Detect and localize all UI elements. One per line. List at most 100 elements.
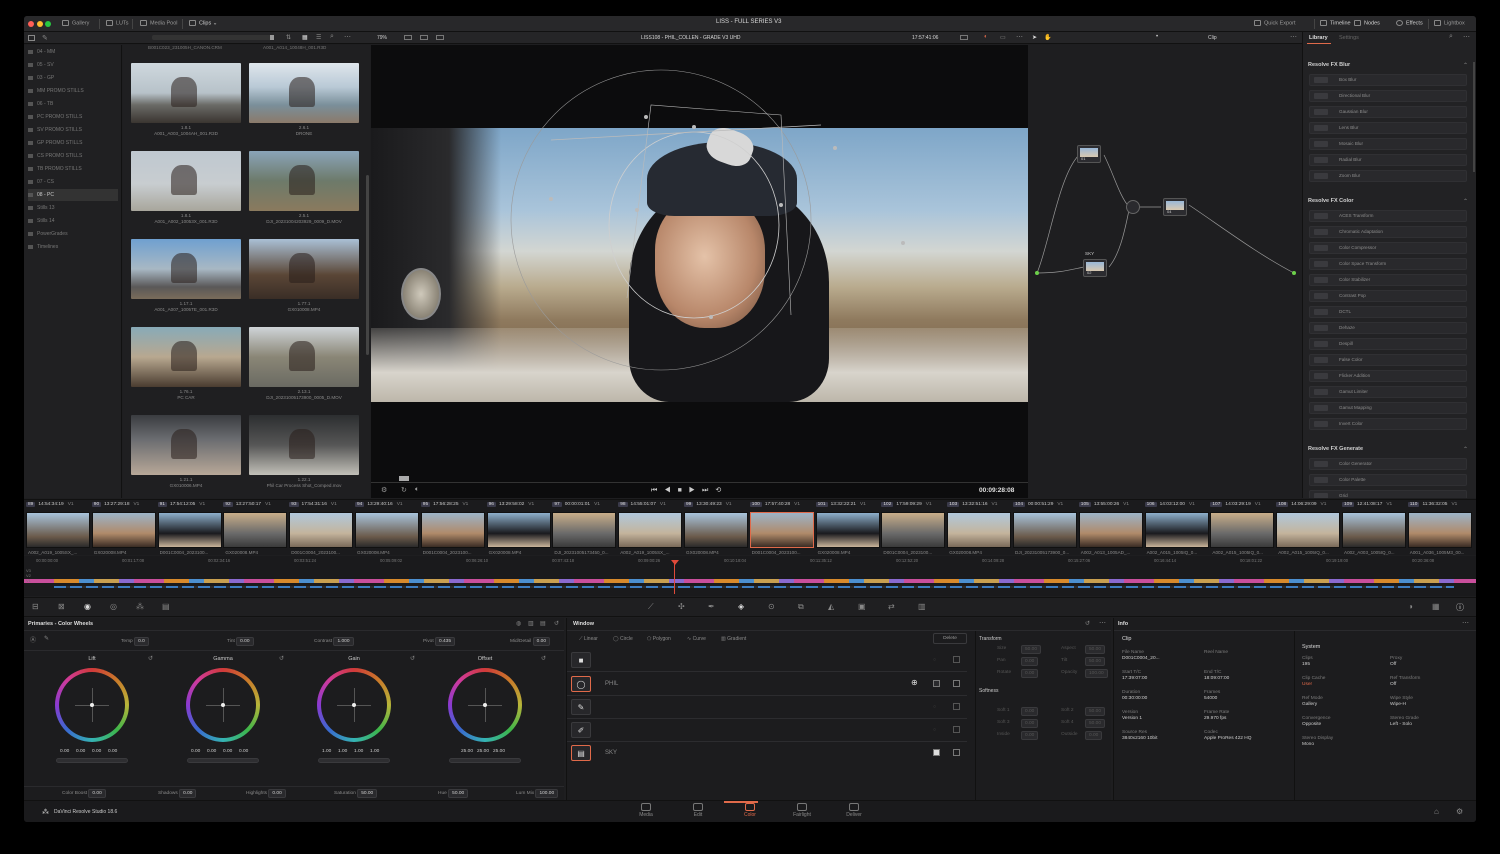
gallery-thumbnail[interactable] bbox=[249, 327, 359, 387]
clip-thumbnail[interactable] bbox=[749, 512, 814, 548]
primaries-bars-icon[interactable]: ▥ bbox=[528, 620, 534, 627]
gallery-thumbnail[interactable] bbox=[131, 151, 241, 211]
clip-thumbnail[interactable] bbox=[420, 512, 485, 548]
clip-thumbnail[interactable] bbox=[815, 512, 880, 548]
wheel-value[interactable]: 25.00 bbox=[477, 749, 489, 754]
fx-item[interactable]: Chromatic Adaptation bbox=[1309, 226, 1467, 238]
wheel-reset-icon[interactable]: ↺ bbox=[541, 655, 546, 662]
keyframes-icon[interactable]: ▦ bbox=[1432, 602, 1440, 611]
fx-item[interactable]: Zoom Blur bbox=[1309, 170, 1467, 182]
sort-icon[interactable]: ⇅ bbox=[286, 34, 291, 41]
wheel-value[interactable]: 0.00 bbox=[191, 749, 200, 754]
fx-item[interactable]: ACES Transform bbox=[1309, 210, 1467, 222]
motion-effects-icon[interactable]: ▤ bbox=[162, 602, 170, 611]
transform-value[interactable]: 0.00 bbox=[1021, 669, 1039, 678]
info-more-icon[interactable]: ⋯ bbox=[1462, 619, 1469, 627]
gallery-thumbnail[interactable] bbox=[249, 239, 359, 299]
invert-icon[interactable]: ○ bbox=[933, 727, 936, 733]
bin-item[interactable]: Stills 13 bbox=[28, 202, 118, 214]
pointer-tool-icon[interactable]: ➤ bbox=[1032, 34, 1037, 41]
wheel-value[interactable]: 0.00 bbox=[108, 749, 117, 754]
mini-timeline[interactable]: 00:00:00:00 00:01:17:08 00:02:34:16 00:03:5… bbox=[24, 556, 1476, 596]
window-row-phil[interactable]: ◯ PHIL ⊕ bbox=[567, 673, 967, 696]
fx-item[interactable]: Color Palette bbox=[1309, 474, 1467, 486]
fx-item[interactable]: Color Stabilizer bbox=[1309, 274, 1467, 286]
fx-item[interactable]: Invert Color bbox=[1309, 418, 1467, 430]
page-tab-media[interactable]: Media bbox=[626, 803, 666, 818]
node-04[interactable]: 04 bbox=[1163, 198, 1187, 216]
window-tool-icon[interactable]: ◈ bbox=[738, 602, 744, 611]
clip-thumbnail[interactable] bbox=[1013, 512, 1077, 548]
play-button[interactable]: ▶ bbox=[689, 487, 702, 494]
node-more-icon[interactable]: ⋯ bbox=[1290, 33, 1297, 41]
master-wheel[interactable] bbox=[318, 758, 390, 763]
primaries-reset-icon[interactable]: ↺ bbox=[554, 620, 559, 627]
viewer-scrubber[interactable] bbox=[371, 482, 1028, 483]
softness-value[interactable]: 0.00 bbox=[1021, 719, 1039, 728]
sizing-icon[interactable]: ⇄ bbox=[888, 602, 895, 611]
minimize-window-button[interactable] bbox=[36, 21, 43, 27]
clip-thumbnail[interactable] bbox=[618, 512, 683, 548]
polygon-window-button[interactable]: ⬠ Polygon bbox=[647, 636, 671, 642]
wheel-puck[interactable] bbox=[90, 703, 94, 707]
fx-item[interactable]: Dehaze bbox=[1309, 322, 1467, 334]
page-tab-deliver[interactable]: Deliver bbox=[834, 803, 874, 818]
wheel-puck[interactable] bbox=[483, 703, 487, 707]
tint-input[interactable]: 0.00 bbox=[236, 637, 254, 646]
bin-item[interactable]: PC PROMO STILLS bbox=[28, 111, 118, 123]
fx-item[interactable]: Lens Blur bbox=[1309, 122, 1467, 134]
bin-item[interactable]: 05 - SV bbox=[28, 59, 118, 71]
hand-tool-icon[interactable]: ✋ bbox=[1044, 34, 1051, 41]
volume-icon[interactable]: 🔈︎ bbox=[415, 486, 419, 494]
quick-export-button[interactable]: Quick Export bbox=[1254, 20, 1295, 26]
node-02[interactable]: 02 bbox=[1083, 259, 1107, 277]
bin-item[interactable]: 07 - CS bbox=[28, 176, 118, 188]
bin-item[interactable]: 04 - MM bbox=[28, 46, 118, 58]
settings-gear-icon[interactable]: ⚙ bbox=[1456, 807, 1463, 816]
clip-thumbnail[interactable] bbox=[1210, 512, 1275, 548]
circle-window-outer[interactable] bbox=[510, 69, 812, 371]
wheel-value[interactable]: 1.00 bbox=[338, 749, 347, 754]
page-tab-edit[interactable]: Edit bbox=[678, 803, 718, 818]
wheel-value[interactable]: 0.00 bbox=[239, 749, 248, 754]
lum-mix-input[interactable]: 100.00 bbox=[535, 789, 559, 798]
transform-value[interactable]: 50.00 bbox=[1021, 645, 1042, 654]
wheel-reset-icon[interactable]: ↺ bbox=[279, 655, 284, 662]
hdr-wheels-icon[interactable]: ◎ bbox=[110, 602, 117, 611]
clip-thumbnail[interactable] bbox=[881, 512, 946, 548]
fx-section-header[interactable]: Resolve FX Color bbox=[1308, 198, 1354, 204]
wheel-value[interactable]: 25.00 bbox=[493, 749, 505, 754]
blur-icon[interactable]: ◭ bbox=[828, 602, 834, 611]
softness-value[interactable]: 0.00 bbox=[1021, 707, 1039, 716]
window-rotation-line[interactable] bbox=[550, 124, 822, 141]
track-v1-clips[interactable] bbox=[24, 579, 1476, 583]
master-wheel[interactable] bbox=[56, 758, 128, 763]
loop-icon[interactable]: ↻ bbox=[401, 486, 407, 494]
clip-thumbnail[interactable] bbox=[91, 512, 156, 548]
close-window-button[interactable] bbox=[28, 21, 34, 27]
fx-item[interactable]: Radial Blur bbox=[1309, 154, 1467, 166]
bin-item[interactable]: SV PROMO STILLS bbox=[28, 124, 118, 136]
invert-icon[interactable]: ○ bbox=[933, 657, 936, 663]
window-row-square[interactable]: ■ ○ bbox=[567, 649, 967, 672]
zoom-window-button[interactable] bbox=[45, 21, 52, 27]
library-tab[interactable]: Library bbox=[1309, 35, 1328, 41]
list-view-icon[interactable]: ☰ bbox=[316, 34, 321, 41]
collapse-chevron-icon[interactable]: ⌃ bbox=[1463, 62, 1468, 69]
window-bounding-box[interactable] bbox=[626, 104, 792, 316]
wipe-icon[interactable] bbox=[436, 35, 444, 40]
fx-item[interactable]: Despill bbox=[1309, 338, 1467, 350]
fx-section-header[interactable]: Resolve FX Generate bbox=[1308, 446, 1363, 452]
fx-item[interactable]: Box Blur bbox=[1309, 74, 1467, 86]
picker-icon[interactable]: ✎ bbox=[44, 635, 49, 642]
pen-icon[interactable]: ✎ bbox=[42, 34, 48, 42]
shadows-input[interactable]: 0.00 bbox=[179, 789, 197, 798]
reverse-button[interactable]: ◀ bbox=[664, 487, 677, 494]
mask-toggle[interactable] bbox=[953, 726, 960, 733]
clip-thumbnail[interactable] bbox=[223, 512, 288, 548]
gallery-thumbnail[interactable] bbox=[131, 327, 241, 387]
bin-item[interactable]: 03 - GP bbox=[28, 72, 118, 84]
softness-value[interactable]: 0.00 bbox=[1021, 731, 1039, 740]
grid-view-icon[interactable]: ▦ bbox=[302, 34, 308, 41]
wheel-value[interactable]: 25.00 bbox=[461, 749, 473, 754]
